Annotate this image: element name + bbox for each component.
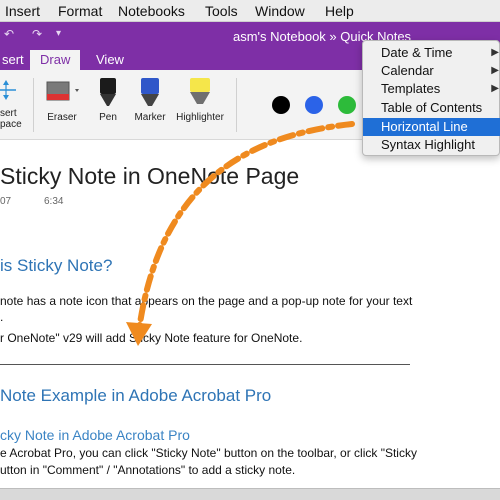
menu-item-syntax-highlight[interactable]: Syntax Highlight bbox=[363, 136, 500, 154]
window-bottom-bar bbox=[0, 488, 500, 500]
submenu-arrow-icon: ▶ bbox=[491, 47, 499, 58]
submenu-arrow-icon: ▶ bbox=[491, 65, 499, 76]
menu-item-templates[interactable]: Templates ▶ bbox=[363, 80, 500, 98]
insert-dropdown-menu: Date & Time ▶ Calendar ▶ Templates ▶ Table … bbox=[362, 40, 500, 156]
menu-item-table-of-contents[interactable]: Table of Contents bbox=[363, 99, 500, 117]
submenu-arrow-icon: ▶ bbox=[491, 83, 499, 94]
menu-item-date-time[interactable]: Date & Time ▶ bbox=[363, 44, 500, 62]
menu-item-calendar[interactable]: Calendar ▶ bbox=[363, 62, 500, 80]
menu-item-horizontal-line[interactable]: Horizontal Line bbox=[363, 118, 500, 136]
